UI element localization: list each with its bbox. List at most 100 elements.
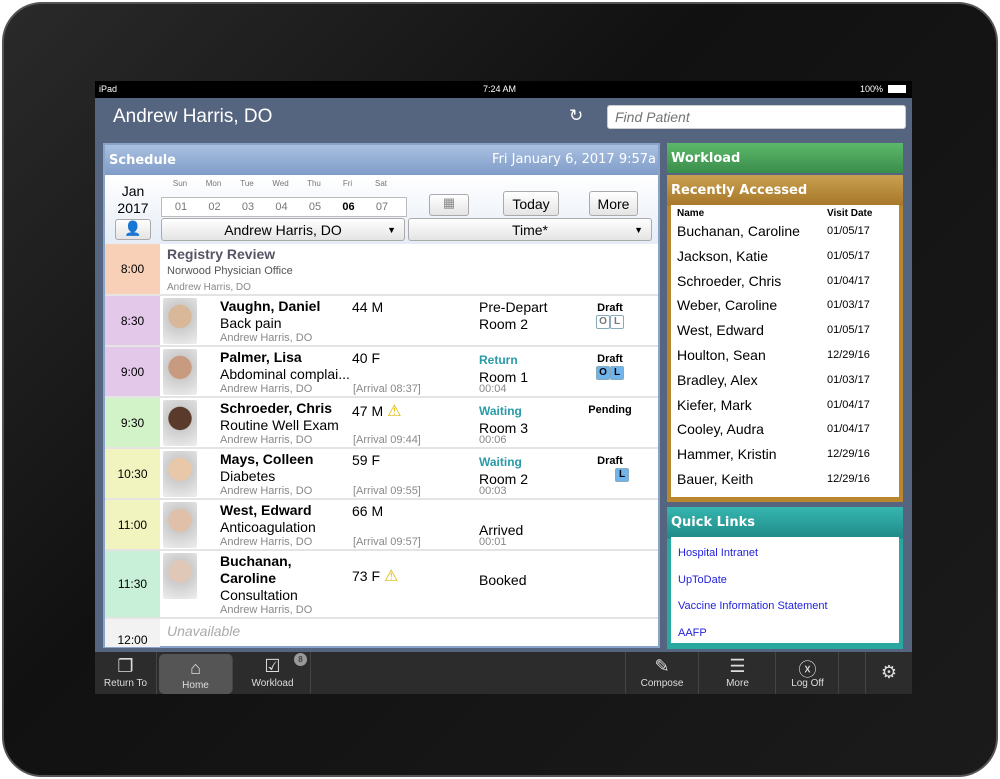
appointment-row[interactable]: 9:00 Palmer, Lisa Abdominal complai... Andr… bbox=[105, 347, 658, 398]
recent-patient-row[interactable]: Schroeder, Chris 01/04/17 bbox=[677, 273, 897, 289]
windows-icon: ❐ bbox=[117, 656, 134, 676]
day-01[interactable]: 01 bbox=[168, 201, 194, 213]
patient-name[interactable]: Palmer, Lisa bbox=[220, 349, 345, 366]
weekday-label: Fri bbox=[342, 179, 353, 188]
room: Booked bbox=[479, 572, 527, 588]
appointment-provider: Andrew Harris, DO bbox=[220, 383, 313, 395]
note-label: Draft bbox=[597, 302, 623, 314]
gear-icon: ⚙ bbox=[880, 662, 898, 682]
arrival-time: [Arrival 09:57] bbox=[353, 536, 421, 548]
visit-reason: Diabetes bbox=[220, 468, 276, 484]
workload-button[interactable]: ☑ Workload 8 bbox=[235, 652, 311, 694]
weekday-label: Wed bbox=[272, 179, 289, 188]
day-04[interactable]: 04 bbox=[269, 201, 295, 213]
day-03[interactable]: 03 bbox=[235, 201, 261, 213]
day-02[interactable]: 02 bbox=[202, 201, 228, 213]
patient-name[interactable]: Schroeder, Chris bbox=[220, 400, 345, 417]
recent-patient-row[interactable]: Hammer, Kristin 12/29/16 bbox=[677, 446, 897, 462]
recent-visit-date: 01/05/17 bbox=[827, 225, 870, 237]
unavailable-label: Unavailable bbox=[167, 623, 241, 639]
log-off-button[interactable]: ⓧ Log Off bbox=[777, 652, 839, 694]
recent-patient-row[interactable]: Kiefer, Mark 01/04/17 bbox=[677, 397, 897, 413]
patient-photo bbox=[163, 502, 197, 548]
home-button[interactable]: ⌂ Home bbox=[159, 654, 233, 694]
visit-status: Pre-Depart bbox=[479, 299, 548, 315]
time-slot: 10:30 bbox=[105, 449, 160, 498]
appointment-row[interactable]: 8:30 Vaughn, Daniel Back pain Andrew Harris… bbox=[105, 296, 658, 347]
recent-patient-name: Bauer, Keith bbox=[677, 471, 754, 487]
compose-label: Compose bbox=[640, 678, 684, 689]
workload-panel[interactable]: Workload bbox=[667, 143, 903, 173]
event-row[interactable]: 8:00 Registry Review Norwood Physician Off… bbox=[105, 244, 658, 296]
time-slot: 9:00 bbox=[105, 347, 160, 396]
calendar-button[interactable]: ▦ bbox=[429, 194, 469, 216]
patient-name[interactable]: Mays, Colleen bbox=[220, 451, 345, 468]
bottom-toolbar: ❐ Return To ⌂ Home ☑ Workload 8 ✎ Compose ☰ M… bbox=[95, 652, 912, 694]
appointment-row[interactable]: 9:30 Schroeder, Chris Routine Well Exam And… bbox=[105, 398, 658, 449]
refresh-icon[interactable]: ↻ bbox=[569, 106, 583, 126]
recent-patient-row[interactable]: Jackson, Katie 01/05/17 bbox=[677, 248, 897, 264]
appointment-row[interactable]: 11:00 West, Edward Anticoagulation Andrew H… bbox=[105, 500, 658, 551]
recent-patient-name: Bradley, Alex bbox=[677, 371, 758, 388]
tag-l[interactable]: L bbox=[610, 315, 624, 329]
tag-o[interactable]: O bbox=[596, 366, 610, 380]
recent-patient-row[interactable]: Weber, Caroline 01/03/17 bbox=[677, 297, 897, 313]
patient-photo bbox=[163, 349, 197, 395]
day-05[interactable]: 05 bbox=[302, 201, 328, 213]
age-sex: 40 F bbox=[352, 350, 380, 366]
provider-filter-button[interactable]: 👤 bbox=[115, 219, 151, 240]
tag-o[interactable]: O bbox=[596, 315, 610, 329]
settings-button[interactable]: ⚙ bbox=[865, 652, 912, 694]
recent-patient-row[interactable]: West, Edward 01/05/17 bbox=[677, 322, 897, 338]
note-status: Draft L bbox=[575, 455, 645, 483]
sort-select[interactable]: Time* ▼ bbox=[408, 218, 652, 241]
workload-title: Workload bbox=[671, 151, 741, 166]
recent-patient-row[interactable]: Bradley, Alex 01/03/17 bbox=[677, 372, 897, 388]
visit-reason: Routine Well Exam bbox=[220, 417, 339, 433]
chevron-down-icon: ▼ bbox=[387, 225, 396, 235]
quick-link[interactable]: Vaccine Information Statement bbox=[678, 600, 828, 612]
day-06[interactable]: 06 bbox=[336, 201, 362, 213]
age-sex: 66 M bbox=[352, 503, 383, 519]
patient-name[interactable]: West, Edward bbox=[220, 502, 345, 519]
recent-visit-date: 01/05/17 bbox=[827, 249, 870, 262]
recent-patient-row[interactable]: Bauer, Keith 12/29/16 bbox=[677, 471, 897, 487]
quick-link[interactable]: AAFP bbox=[678, 627, 707, 639]
quick-link[interactable]: UpToDate bbox=[678, 574, 727, 586]
recent-patient-name: Jackson, Katie bbox=[677, 247, 769, 264]
tag-l[interactable]: L bbox=[610, 366, 624, 380]
appointment-row[interactable]: 11:30 Buchanan, Caroline Consultation Andre… bbox=[105, 551, 658, 619]
recent-patient-row[interactable]: Cooley, Audra 01/04/17 bbox=[677, 421, 897, 437]
appointment-row[interactable]: 10:30 Mays, Colleen Diabetes Andrew Harris,… bbox=[105, 449, 658, 500]
warning-icon: ⚠ bbox=[387, 403, 402, 420]
visit-reason: Back pain bbox=[220, 315, 282, 331]
time-slot: 11:30 bbox=[105, 551, 160, 617]
compose-button[interactable]: ✎ Compose bbox=[625, 652, 699, 694]
more-menu-button[interactable]: ☰ More bbox=[700, 652, 776, 694]
age-sex: 59 F bbox=[352, 452, 380, 468]
patient-name[interactable]: Buchanan, Caroline bbox=[220, 553, 345, 587]
recent-patient-row[interactable]: Houlton, Sean 12/29/16 bbox=[677, 347, 897, 363]
appointment-provider: Andrew Harris, DO bbox=[220, 536, 313, 548]
recent-visit-date: 01/04/17 bbox=[827, 398, 870, 411]
visit-reason: Anticoagulation bbox=[220, 519, 316, 535]
patient-name[interactable]: Vaughn, Daniel bbox=[220, 298, 345, 315]
find-patient-input[interactable] bbox=[607, 105, 906, 129]
appointment-provider: Andrew Harris, DO bbox=[220, 604, 313, 616]
more-button[interactable]: More bbox=[589, 191, 638, 216]
today-button[interactable]: Today bbox=[503, 191, 559, 216]
visit-reason: Consultation bbox=[220, 587, 298, 603]
recent-patient-row[interactable]: Buchanan, Caroline 01/05/17 bbox=[677, 223, 897, 239]
event-title: Registry Review bbox=[167, 246, 276, 262]
note-label: Pending bbox=[588, 404, 632, 416]
appointment-provider: Andrew Harris, DO bbox=[220, 485, 313, 497]
recent-visit-date: 12/29/16 bbox=[827, 349, 870, 361]
recent-patient-name: Hammer, Kristin bbox=[677, 446, 777, 463]
quick-link[interactable]: Hospital Intranet bbox=[678, 547, 758, 559]
tag-l[interactable]: L bbox=[615, 468, 629, 482]
provider-select[interactable]: Andrew Harris, DO ▼ bbox=[161, 218, 405, 241]
return-to-button[interactable]: ❐ Return To bbox=[95, 652, 157, 694]
day-07[interactable]: 07 bbox=[369, 201, 395, 213]
recent-visit-date: 01/04/17 bbox=[827, 274, 870, 287]
warning-icon: ⚠ bbox=[384, 568, 399, 585]
